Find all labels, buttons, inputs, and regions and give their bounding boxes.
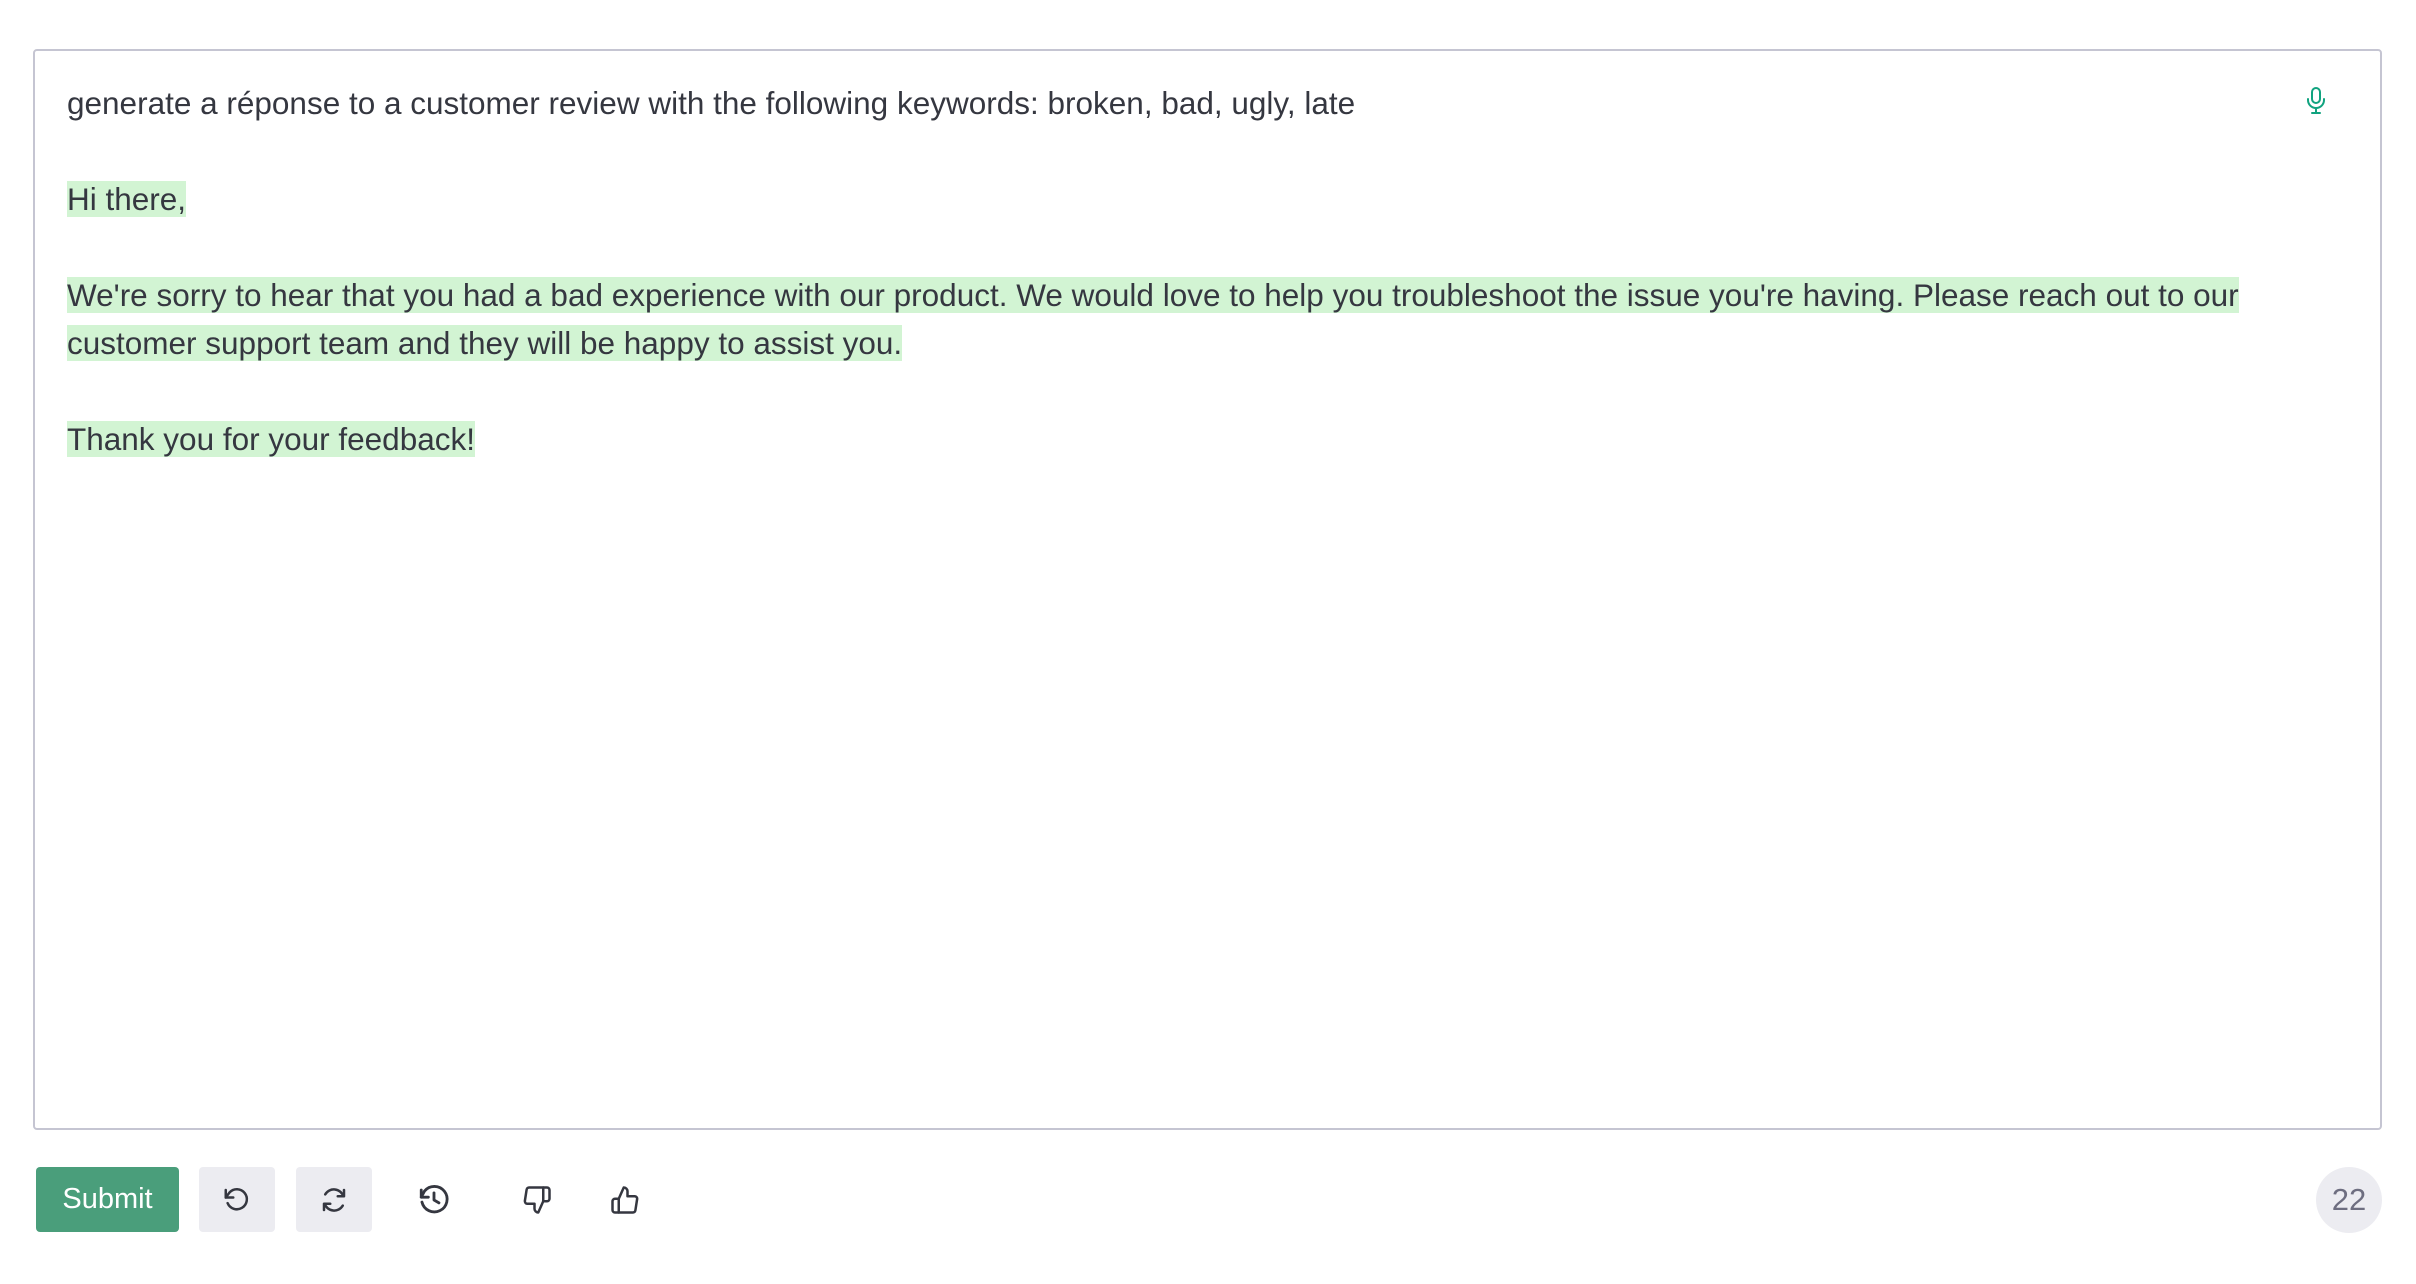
- editor-content[interactable]: generate a réponse to a customer review …: [67, 79, 2290, 463]
- completion-greeting: Hi there,: [67, 181, 187, 217]
- toolbar: Submit 22: [36, 1167, 2382, 1233]
- thumbs-down-icon[interactable]: [499, 1167, 575, 1232]
- prompt-text: generate a réponse to a customer review …: [67, 85, 1356, 121]
- microphone-icon[interactable]: [2298, 83, 2334, 119]
- undo-icon[interactable]: [199, 1167, 275, 1232]
- completion-body: We're sorry to hear that you had a bad e…: [67, 277, 2239, 361]
- regenerate-icon[interactable]: [296, 1167, 372, 1232]
- prompt-editor[interactable]: generate a réponse to a customer review …: [33, 49, 2382, 1130]
- submit-button[interactable]: Submit: [36, 1167, 179, 1232]
- completion-closing: Thank you for your feedback!: [67, 421, 475, 457]
- token-count-badge: 22: [2316, 1167, 2382, 1233]
- history-icon[interactable]: [396, 1167, 472, 1232]
- thumbs-up-icon[interactable]: [587, 1167, 663, 1232]
